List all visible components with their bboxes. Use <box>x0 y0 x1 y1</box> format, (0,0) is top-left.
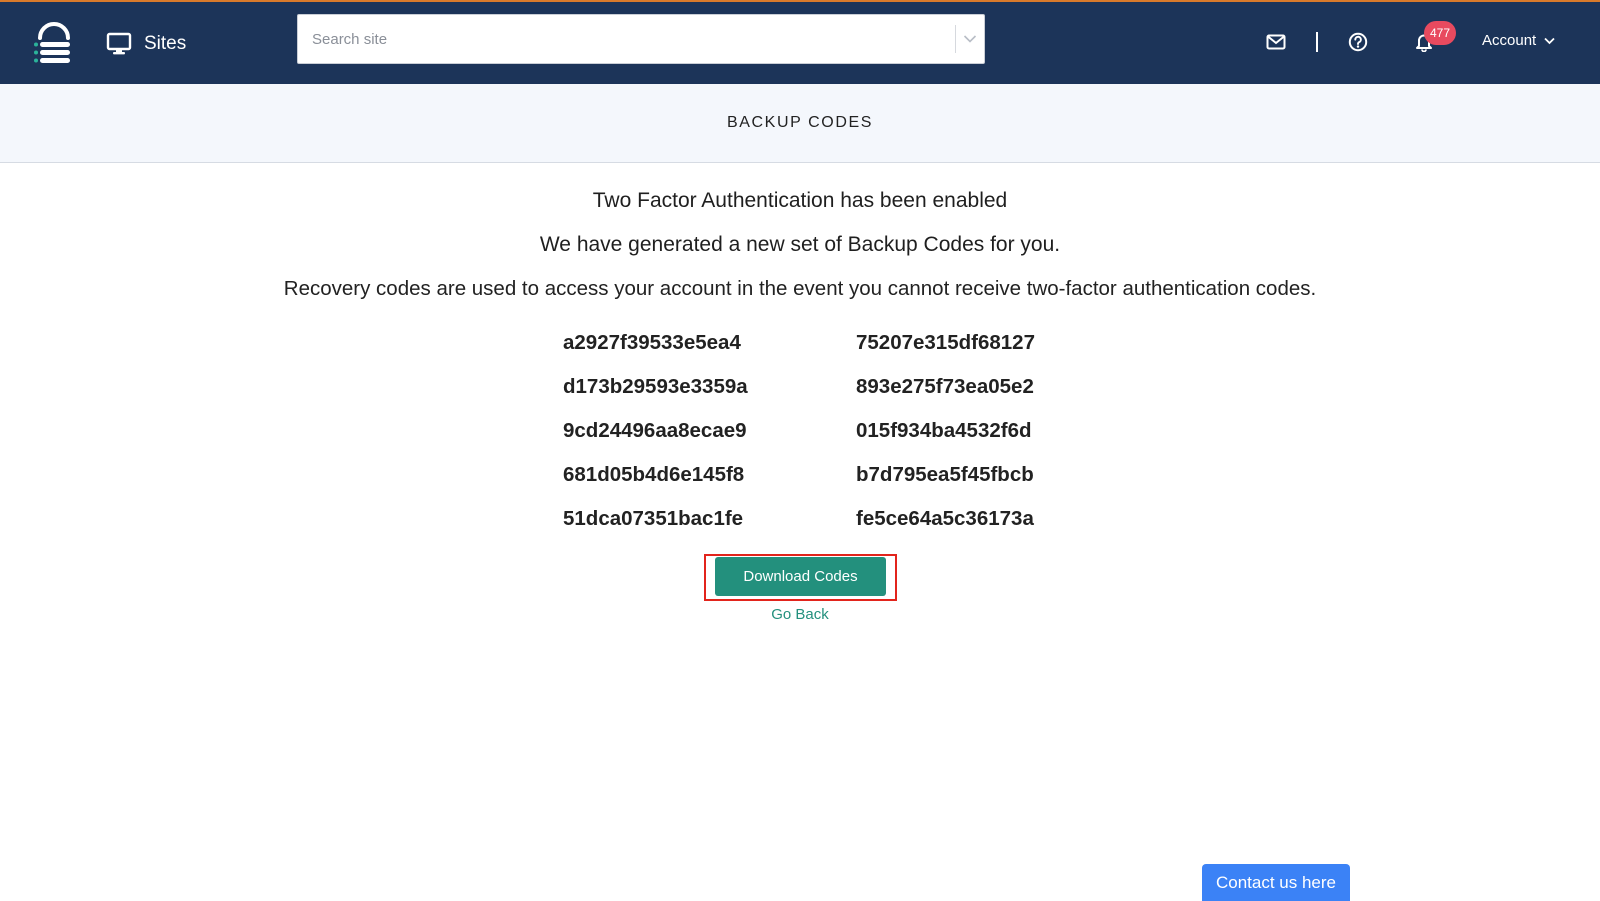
notification-count-badge[interactable]: 477 <box>1424 21 1457 45</box>
help-icon[interactable] <box>1346 30 1370 54</box>
backup-codes-list: a2927f39533e5ea4 75207e315df68127 d173b2… <box>563 331 1043 531</box>
mail-icon[interactable] <box>1264 30 1288 54</box>
contact-us-button[interactable]: Contact us here <box>1202 864 1350 901</box>
top-navigation-bar: Sites 477 Account <box>0 0 1600 84</box>
backup-code: d173b29593e3359a <box>563 375 748 398</box>
backup-code: 893e275f73ea05e2 <box>856 375 1034 398</box>
sites-nav-link[interactable]: Sites <box>106 28 186 60</box>
account-label: Account <box>1482 32 1537 49</box>
backup-code: 681d05b4d6e145f8 <box>563 463 745 486</box>
monitor-icon <box>106 32 132 56</box>
backup-code: b7d795ea5f45fbcb <box>856 463 1034 486</box>
two-factor-enabled-heading: Two Factor Authentication has been enabl… <box>592 189 1008 212</box>
go-back-link[interactable]: Go Back <box>0 606 1600 623</box>
backup-code: 9cd24496aa8ecae9 <box>563 419 747 442</box>
account-menu[interactable]: Account <box>1482 32 1555 49</box>
backup-code: 75207e315df68127 <box>856 331 1035 354</box>
sites-label: Sites <box>144 33 187 54</box>
chevron-down-icon <box>1544 37 1555 44</box>
backup-code: 51dca07351bac1fe <box>563 507 744 530</box>
recovery-codes-description: Recovery codes are used to access your a… <box>283 277 1317 300</box>
site-search-box <box>297 14 985 64</box>
nav-divider <box>1316 32 1318 52</box>
search-input[interactable] <box>298 15 955 63</box>
page-title: BACKUP CODES <box>726 114 874 131</box>
backup-codes-subheading: We have generated a new set of Backup Co… <box>539 233 1061 256</box>
page-header: BACKUP CODES <box>0 84 1600 163</box>
logo-icon[interactable] <box>34 20 74 66</box>
backup-code: a2927f39533e5ea4 <box>563 331 741 354</box>
download-codes-button[interactable]: Download Codes <box>715 557 886 596</box>
chevron-down-icon[interactable] <box>956 15 984 63</box>
backup-code: fe5ce64a5c36173a <box>856 507 1034 530</box>
backup-code: 015f934ba4532f6d <box>856 419 1032 442</box>
